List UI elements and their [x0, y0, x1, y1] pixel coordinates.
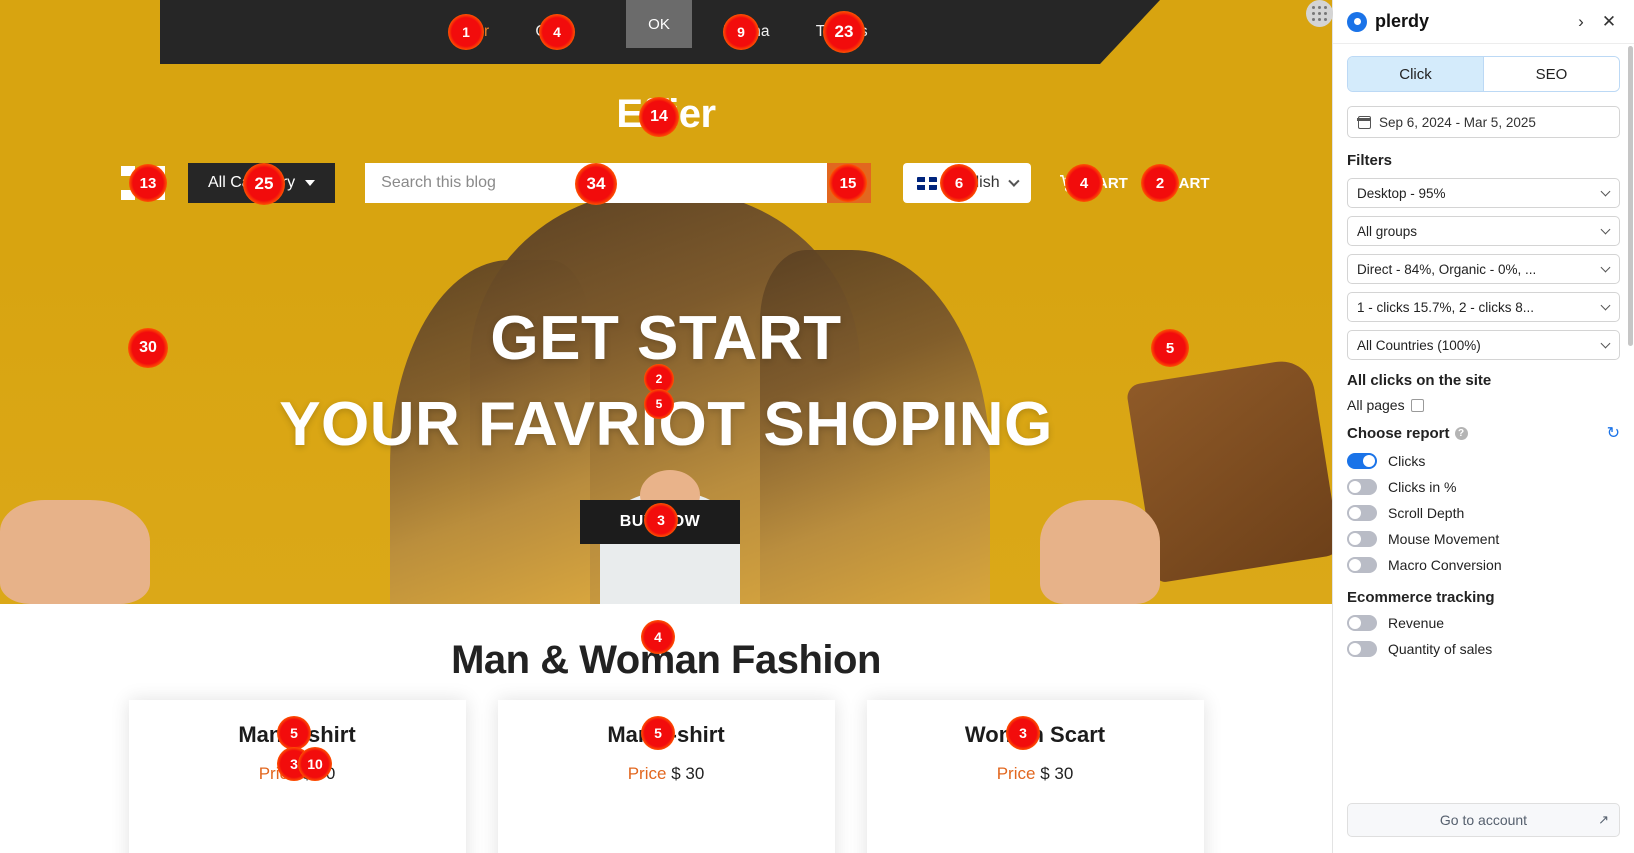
help-icon[interactable]: ?	[1454, 426, 1468, 440]
chevron-down-icon	[305, 180, 316, 186]
heatmap-marker[interactable]: 25	[243, 163, 285, 205]
all-clicks-title: All clicks on the site	[1347, 372, 1492, 389]
heatmap-marker[interactable]: 5	[1151, 329, 1189, 367]
toggle-revenue[interactable]	[1347, 615, 1377, 631]
heatmap-marker[interactable]: 3	[1006, 716, 1040, 750]
heatmap-marker[interactable]: 5	[277, 716, 311, 750]
chevron-down-icon	[1600, 186, 1611, 197]
clicks-filter[interactable]: 1 - clicks 15.7%, 2 - clicks 8...	[1347, 292, 1620, 322]
toggle-quantity-of-sales-label: Quantity of sales	[1388, 641, 1493, 657]
heatmap-marker[interactable]: 34	[575, 163, 617, 205]
toggle-scroll-depth-label: Scroll Depth	[1388, 505, 1465, 521]
heatmap-marker[interactable]: 9	[723, 14, 759, 50]
toggle-quantity-of-sales[interactable]	[1347, 641, 1377, 657]
report-toggle-mouse-movement[interactable]: Mouse Movement	[1347, 531, 1620, 547]
external-link-icon: ↗	[1598, 812, 1609, 827]
uk-flag-icon	[917, 176, 938, 190]
source-filter-value: Direct - 84%, Organic - 0%, ...	[1357, 261, 1537, 277]
groups-filter-value: All groups	[1357, 223, 1418, 239]
chevron-down-icon	[1600, 262, 1611, 273]
plerdy-logo-icon	[1347, 11, 1367, 32]
toggle-macro-conversion-label: Macro Conversion	[1388, 557, 1502, 573]
calendar-icon	[1357, 115, 1371, 129]
panel-body: Click SEO Sep 6, 2024 - Mar 5, 2025 Filt…	[1333, 44, 1634, 803]
report-toggle-macro-conversion[interactable]: Macro Conversion	[1347, 557, 1620, 573]
choose-report-title: Choose report	[1347, 424, 1450, 442]
go-to-account-button[interactable]: Go to account ↗	[1347, 803, 1620, 837]
toggle-clicks-percent[interactable]	[1347, 479, 1377, 495]
heatmap-marker[interactable]: 4	[641, 620, 675, 654]
refresh-icon[interactable]: ↻	[1607, 423, 1620, 443]
groups-filter[interactable]: All groups	[1347, 216, 1620, 246]
product-price: Price $ 30	[498, 764, 835, 784]
all-pages-checkbox[interactable]	[1410, 398, 1424, 412]
device-filter-value: Desktop - 95%	[1357, 185, 1446, 201]
countries-filter[interactable]: All Countries (100%)	[1347, 330, 1620, 360]
heatmap-marker[interactable]: 14	[639, 97, 679, 137]
heatmap-marker[interactable]: 6	[940, 164, 978, 202]
heatmap-marker[interactable]: 5	[644, 389, 674, 419]
toggle-scroll-depth[interactable]	[1347, 505, 1377, 521]
toggle-mouse-movement-label: Mouse Movement	[1388, 531, 1500, 547]
heatmap-marker[interactable]: 13	[129, 164, 167, 202]
heatmap-marker[interactable]: 3	[644, 503, 678, 537]
toggle-clicks-label: Clicks	[1388, 453, 1426, 469]
panel-footer: Go to account ↗	[1333, 803, 1634, 853]
product-price-label: Price	[996, 764, 1036, 783]
product-price-value: $ 30	[1040, 764, 1074, 783]
clicks-filter-value: 1 - clicks 15.7%, 2 - clicks 8...	[1357, 299, 1535, 315]
report-toggle-clicks-percent[interactable]: Clicks in %	[1347, 479, 1620, 495]
toggle-revenue-label: Revenue	[1388, 615, 1445, 631]
heatmap-marker[interactable]: 10	[298, 747, 332, 781]
heatmap-marker[interactable]: 30	[128, 328, 168, 368]
panel-header: plerdy › ✕	[1333, 0, 1634, 44]
heatmap-marker[interactable]: 2	[1141, 164, 1179, 202]
toggle-macro-conversion[interactable]	[1347, 557, 1377, 573]
ecommerce-title: Ecommerce tracking	[1347, 589, 1495, 606]
ok-button[interactable]: OK	[626, 0, 692, 48]
panel-tabs: Click SEO	[1347, 56, 1620, 92]
toggle-mouse-movement[interactable]	[1347, 531, 1377, 547]
drag-handle-icon[interactable]	[1306, 0, 1333, 27]
heatmap-marker[interactable]: 5	[641, 716, 675, 750]
all-pages-label: All pages	[1347, 397, 1405, 413]
chevron-right-icon[interactable]: ›	[1570, 11, 1592, 33]
filters-title: Filters	[1347, 152, 1393, 169]
toggle-clicks-percent-label: Clicks in %	[1388, 479, 1457, 495]
search-field-wrap	[365, 163, 872, 203]
date-range-picker[interactable]: Sep 6, 2024 - Mar 5, 2025	[1347, 106, 1620, 138]
go-to-account-label: Go to account	[1439, 812, 1528, 828]
tab-click[interactable]: Click	[1348, 57, 1484, 91]
tab-seo[interactable]: SEO	[1484, 57, 1619, 91]
report-toggle-scroll-depth[interactable]: Scroll Depth	[1347, 505, 1620, 521]
chevron-down-icon	[1600, 338, 1611, 349]
plerdy-panel: plerdy › ✕ Click SEO Sep 6, 2024 - Mar 5…	[1332, 0, 1634, 853]
heatmap-marker[interactable]: 4	[1065, 164, 1103, 202]
website-content: Effier All Category	[0, 0, 1332, 853]
chevron-down-icon	[1600, 224, 1611, 235]
report-toggle-clicks[interactable]: Clicks	[1347, 453, 1620, 469]
heatmap-marker[interactable]: 23	[823, 11, 865, 53]
product-price-label: Price	[627, 764, 667, 783]
close-icon[interactable]: ✕	[1598, 11, 1620, 33]
all-pages-row[interactable]: All pages	[1347, 397, 1620, 413]
product-price-value: $ 30	[671, 764, 705, 783]
heatmap-marker[interactable]: 4	[539, 14, 575, 50]
product-price: Price $ 30	[867, 764, 1204, 784]
chevron-down-icon	[1007, 175, 1019, 187]
countries-filter-value: All Countries (100%)	[1357, 337, 1481, 353]
heatmap-marker[interactable]: 15	[829, 164, 867, 202]
date-range-label: Sep 6, 2024 - Mar 5, 2025	[1379, 114, 1536, 130]
panel-scrollbar[interactable]	[1628, 46, 1633, 346]
chevron-down-icon	[1600, 300, 1611, 311]
ecommerce-toggle-quantity-of-sales[interactable]: Quantity of sales	[1347, 641, 1620, 657]
heatmap-marker[interactable]: 1	[448, 14, 484, 50]
source-filter[interactable]: Direct - 84%, Organic - 0%, ...	[1347, 254, 1620, 284]
toggle-clicks[interactable]	[1347, 453, 1377, 469]
ecommerce-toggle-revenue[interactable]: Revenue	[1347, 615, 1620, 631]
device-filter[interactable]: Desktop - 95%	[1347, 178, 1620, 208]
choose-report-row: Choose report ? ↻	[1347, 423, 1620, 443]
app-name: plerdy	[1375, 11, 1430, 31]
